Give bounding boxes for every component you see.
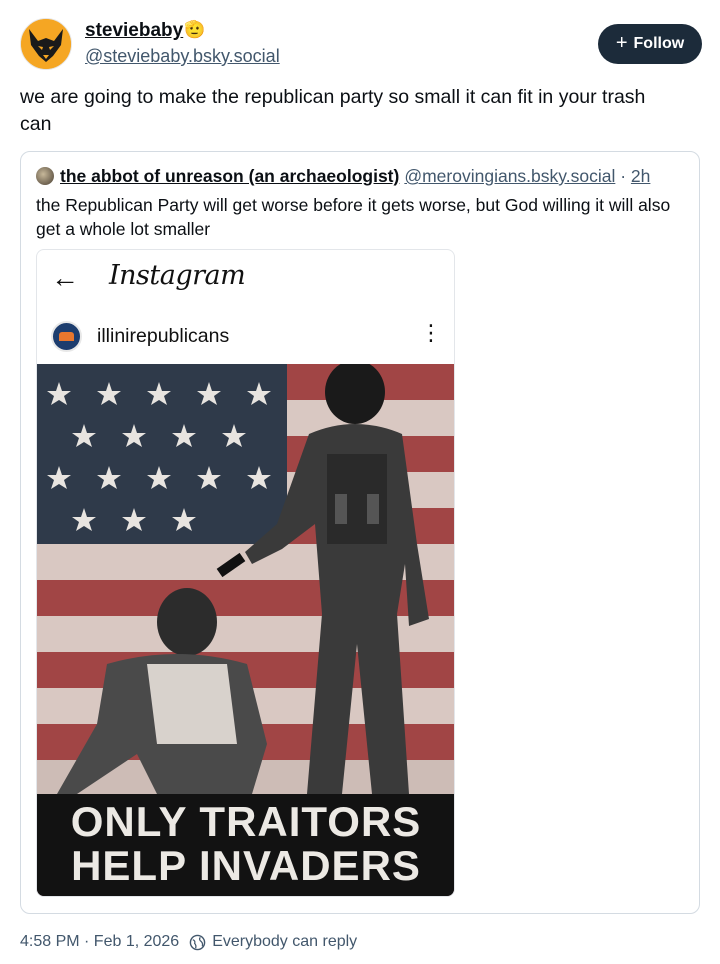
reply-setting[interactable]: Everybody can reply [212,933,357,951]
wolf-logo-icon [21,19,71,69]
quoted-post[interactable]: the abbot of unreason (an archaeologist)… [20,151,700,914]
instagram-logo: Instagram [109,260,246,291]
separator-dot: · [620,166,627,186]
author-avatar[interactable] [20,18,72,70]
quoted-post-text: the Republican Party will get worse befo… [36,195,671,239]
instagram-username: illinirepublicans [97,325,230,347]
more-options-icon: ⋮ [420,320,442,345]
post-timestamp[interactable]: 4:58 PM · Feb 1, 2026 [20,933,179,951]
post-header: steviebaby🫡 @steviebaby.bsky.social + Fo… [20,18,702,72]
follow-button-label: Follow [633,35,685,52]
plus-icon: + [615,32,628,54]
quoted-post-time[interactable]: 2h [631,166,650,186]
embedded-image[interactable]: ← Instagram illinirepublicans ⋮ ONLY TRA… [36,249,455,897]
back-arrow-icon: ← [51,262,79,293]
author-handle[interactable]: @steviebaby.bsky.social [85,46,280,67]
quoted-author-avatar[interactable] [36,167,54,185]
propaganda-poster-image: ONLY TRAITORS HELP INVADERS [37,364,454,896]
quoted-post-header: the abbot of unreason (an archaeologist)… [36,166,685,187]
author-display-name[interactable]: steviebaby [85,20,183,42]
post-text: we are going to make the republican part… [20,86,646,135]
follow-button[interactable]: + Follow [598,24,702,64]
instagram-header: ← Instagram [37,250,454,310]
quoted-author-name[interactable]: the abbot of unreason (an archaeologist) [60,166,399,186]
instagram-profile-row: illinirepublicans ⋮ [37,312,454,362]
saluting-face-emoji: 🫡 [184,20,206,39]
poster-caption-line2: HELP INVADERS [71,842,421,889]
globe-icon [189,934,206,950]
instagram-profile-avatar [51,321,82,352]
post-footer: 4:58 PM · Feb 1, 2026 Everybody can repl… [20,933,357,951]
poster-caption-line1: ONLY TRAITORS [71,798,422,845]
quoted-author-handle[interactable]: @merovingians.bsky.social [404,166,615,186]
